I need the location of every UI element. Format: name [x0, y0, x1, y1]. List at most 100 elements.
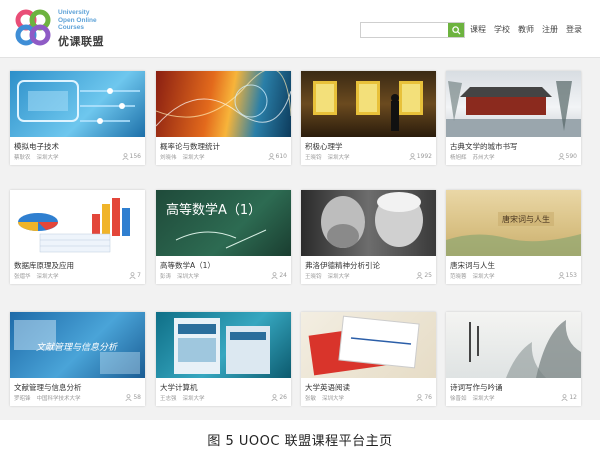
scroll-painting-image: 唐宋词与人生	[446, 212, 581, 256]
course-title[interactable]: 概率论与数理统计	[160, 141, 220, 152]
user-icon	[121, 153, 129, 160]
course-thumbnail[interactable]	[156, 71, 291, 137]
course-meta: 王晓钧 深圳大学	[305, 272, 350, 280]
enrollment-count: 1992	[409, 153, 432, 160]
course-title[interactable]: 古典文学的城市书写	[450, 141, 518, 152]
course-card[interactable]: 诗词写作与吟诵 徐晋如 深圳大学 12	[446, 312, 581, 406]
course-teacher[interactable]: 蔡耿农	[14, 155, 31, 161]
enrollment-count: 26	[271, 394, 287, 401]
course-school[interactable]: 深圳大学	[473, 396, 495, 402]
nav-item-register[interactable]: 注册	[542, 24, 558, 35]
course-card[interactable]: 文献管理与信息分析 文献管理与信息分析 罗昭锋 中国科学技术大学 58	[10, 312, 145, 406]
course-card[interactable]: 积极心理学 王晓钧 深圳大学 1992	[301, 71, 436, 165]
enrollment-count: 156	[121, 153, 141, 160]
circuit-board-image	[17, 80, 140, 124]
course-title[interactable]: 弗洛伊德精神分析引论	[305, 260, 380, 271]
literature-analysis-image: 文献管理与信息分析	[14, 320, 140, 374]
nav-item-schools[interactable]: 学校	[494, 24, 510, 35]
course-school[interactable]: 深圳大学	[37, 274, 59, 280]
course-teacher[interactable]: 范晓蓉	[450, 274, 467, 280]
course-meta: 杨旭辉 苏州大学	[450, 153, 495, 161]
blackboard-image: 高等数学A（1）	[166, 202, 267, 249]
nav-item-login[interactable]: 登录	[566, 24, 582, 35]
nav-item-courses[interactable]: 课程	[470, 24, 486, 35]
course-teacher[interactable]: 王晓钧	[305, 274, 322, 280]
course-teacher[interactable]: 彭涛	[160, 274, 171, 280]
course-school[interactable]: 深圳大学	[328, 155, 350, 161]
course-teacher[interactable]: 王志强	[160, 396, 177, 402]
course-teacher[interactable]: 罗昭锋	[14, 396, 31, 402]
course-card[interactable]: 古典文学的城市书写 杨旭辉 苏州大学 590	[446, 71, 581, 165]
enrollment-count: 12	[561, 394, 577, 401]
probability-graphic-image	[156, 71, 291, 127]
search-button[interactable]	[448, 23, 464, 37]
course-thumbnail[interactable]	[10, 190, 145, 256]
enrollment-count: 76	[416, 394, 432, 401]
course-school[interactable]: 深圳大学	[183, 155, 205, 161]
uooc-logo-icon[interactable]	[12, 7, 54, 49]
course-thumbnail[interactable]: 唐宋词与人生	[446, 190, 581, 256]
course-teacher[interactable]: 徐晋如	[450, 396, 467, 402]
course-thumbnail[interactable]	[10, 71, 145, 137]
enrollment-count: 25	[416, 272, 432, 279]
course-title[interactable]: 大学计算机	[160, 382, 198, 393]
course-title[interactable]: 积极心理学	[305, 141, 343, 152]
course-school[interactable]: 深圳大学	[177, 274, 199, 280]
course-meta: 蔡耿农 深圳大学	[14, 153, 59, 161]
enrollment-count: 58	[125, 394, 141, 401]
user-icon	[125, 394, 132, 401]
course-school[interactable]: 苏州大学	[473, 155, 495, 161]
course-school[interactable]: 深圳大学	[183, 396, 205, 402]
course-card[interactable]: 大学计算机 王志强 深圳大学 26	[156, 312, 291, 406]
course-thumbnail[interactable]	[301, 190, 436, 256]
course-school[interactable]: 中国科学技术大学	[37, 396, 81, 402]
course-card[interactable]: 概率论与数理统计 刘晓伟 深圳大学 610	[156, 71, 291, 165]
user-icon	[416, 272, 423, 279]
search-input[interactable]	[361, 23, 449, 37]
course-teacher[interactable]: 张熠华	[14, 274, 31, 280]
scroll-title-text: 唐宋词与人生	[502, 214, 550, 224]
blackboard-text: 高等数学A（1）	[166, 202, 261, 218]
user-icon	[416, 394, 423, 401]
course-school[interactable]: 深圳大学	[328, 274, 350, 280]
course-card[interactable]: 弗洛伊德精神分析引论 王晓钧 深圳大学 25	[301, 190, 436, 284]
course-teacher[interactable]: 王晓钧	[305, 155, 322, 161]
course-title[interactable]: 唐宋词与人生	[450, 260, 495, 271]
course-card[interactable]: 大学英语阅读 张敏 深圳大学 76	[301, 312, 436, 406]
course-teacher[interactable]: 杨旭辉	[450, 155, 467, 161]
course-title[interactable]: 大学英语阅读	[305, 382, 350, 393]
user-icon	[409, 153, 416, 160]
user-icon	[557, 153, 565, 160]
course-thumbnail[interactable]: 高等数学A（1）	[156, 190, 291, 256]
course-title[interactable]: 数据库原理及应用	[14, 260, 74, 271]
user-icon	[561, 394, 568, 401]
course-thumbnail[interactable]	[301, 312, 436, 378]
course-thumbnail[interactable]: 文献管理与信息分析	[10, 312, 145, 378]
course-thumbnail[interactable]	[156, 312, 291, 378]
course-card[interactable]: 唐宋词与人生 唐宋词与人生 范晓蓉 深圳大学 153	[446, 190, 581, 284]
ink-painting-image	[469, 320, 581, 378]
logo-chinese-text[interactable]: 优课联盟	[58, 33, 104, 49]
course-school[interactable]: 深圳大学	[473, 274, 495, 280]
app-screen: University Open Online Courses 优课联盟 课程 学…	[0, 0, 600, 420]
gallery-image	[313, 81, 423, 131]
course-thumbnail[interactable]	[446, 71, 581, 137]
course-school[interactable]: 深圳大学	[322, 396, 344, 402]
user-icon	[271, 272, 278, 279]
course-title[interactable]: 诗词写作与吟诵	[450, 382, 503, 393]
course-meta: 彭涛 深圳大学	[160, 272, 199, 280]
course-school[interactable]: 深圳大学	[37, 155, 59, 161]
course-card[interactable]: 数据库原理及应用 张熠华 深圳大学 7	[10, 190, 145, 284]
course-card[interactable]: 模拟电子技术 蔡耿农 深圳大学 156	[10, 71, 145, 165]
course-title[interactable]: 高等数学A（1）	[160, 260, 215, 271]
nav-item-teachers[interactable]: 教师	[518, 24, 534, 35]
course-thumbnail[interactable]	[446, 312, 581, 378]
course-title[interactable]: 文献管理与信息分析	[14, 382, 82, 393]
course-teacher[interactable]: 张敏	[305, 396, 316, 402]
site-header: University Open Online Courses 优课联盟 课程 学…	[0, 0, 600, 58]
course-thumbnail[interactable]	[301, 71, 436, 137]
course-teacher[interactable]: 刘晓伟	[160, 155, 177, 161]
course-title[interactable]: 模拟电子技术	[14, 141, 59, 152]
enrollment-count: 610	[267, 153, 287, 160]
course-card[interactable]: 高等数学A（1） 高等数学A（1） 彭涛 深圳大学 24	[156, 190, 291, 284]
